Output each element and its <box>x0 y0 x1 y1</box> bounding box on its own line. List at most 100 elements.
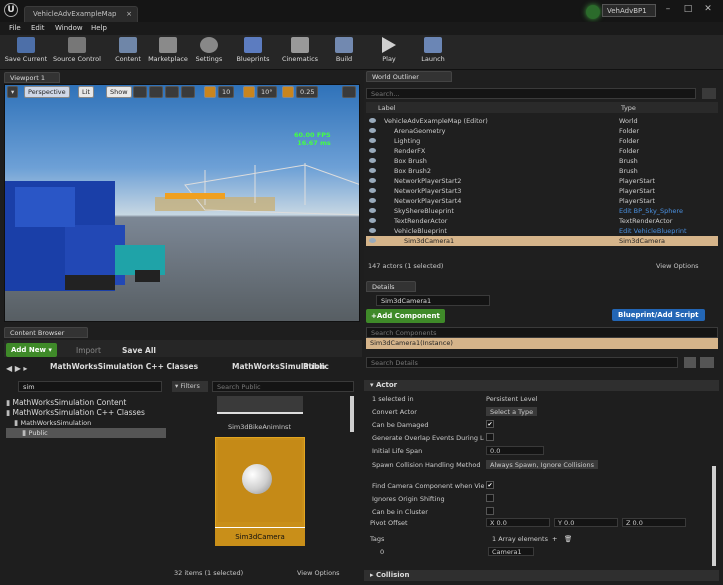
visibility-eye-icon[interactable] <box>369 118 376 123</box>
visibility-eye-icon[interactable] <box>369 148 376 153</box>
visibility-icon[interactable] <box>700 357 714 368</box>
rotation-snap-icon[interactable] <box>243 86 255 98</box>
outliner-row[interactable]: VehicleAdvExampleMap (Editor) World <box>366 116 718 126</box>
viewport-tab[interactable]: Viewport 1 <box>4 72 60 83</box>
path-segment-3[interactable]: Public <box>303 362 329 376</box>
pivot-z-input[interactable]: Z 0.0 <box>622 518 686 527</box>
folder-search-input[interactable]: sim <box>18 381 162 392</box>
column-label[interactable]: Label <box>378 104 396 112</box>
content-button[interactable]: Content <box>113 37 143 69</box>
document-tab[interactable]: VehicleAdvExampleMap × <box>24 6 138 22</box>
component-instance-row[interactable]: Sim3dCamera1(Instance) <box>366 338 718 349</box>
close-window-icon[interactable]: ✕ <box>700 4 716 16</box>
visibility-eye-icon[interactable] <box>369 228 376 233</box>
source-control-button[interactable]: Source Control <box>52 37 102 69</box>
viewport-menu-button[interactable]: ▾ <box>7 86 19 98</box>
outliner-row[interactable]: SkyShereBlueprint Edit BP_Sky_Sphere <box>366 206 718 216</box>
actor-name-input[interactable]: Sim3dCamera1 <box>376 295 490 306</box>
outliner-row[interactable]: Box Brush2 Brush <box>366 166 718 176</box>
save-current-button[interactable]: Save Current <box>4 37 48 69</box>
settings-button[interactable]: Settings <box>193 37 225 69</box>
launch-button[interactable]: Launch <box>418 37 448 69</box>
lit-button[interactable]: Lit <box>78 86 94 98</box>
maximize-viewport-icon[interactable] <box>342 86 356 98</box>
outliner-row[interactable]: VehicleBlueprint Edit VehicleBlueprint <box>366 226 718 236</box>
column-type[interactable]: Type <box>621 104 636 112</box>
grid-size-value[interactable]: 10 <box>218 86 235 98</box>
world-outliner-tab[interactable]: World Outliner <box>366 71 452 82</box>
menu-file[interactable]: File <box>9 24 21 32</box>
outliner-row-type[interactable]: Edit VehicleBlueprint <box>619 226 687 236</box>
minimize-icon[interactable]: – <box>660 4 676 16</box>
close-icon[interactable]: × <box>126 10 132 18</box>
details-scrollbar[interactable] <box>712 466 716 566</box>
scale-snap-icon[interactable] <box>282 86 294 98</box>
outliner-row[interactable]: ArenaGeometry Folder <box>366 126 718 136</box>
visibility-eye-icon[interactable] <box>369 138 376 143</box>
collision-section-header[interactable]: ▸ Collision <box>364 570 719 581</box>
outliner-row[interactable]: NetworkPlayerStart2 PlayerStart <box>366 176 718 186</box>
rotation-snap-value[interactable]: 10° <box>257 86 277 98</box>
show-button[interactable]: Show <box>106 86 132 98</box>
blueprints-button[interactable]: Blueprints <box>233 37 273 69</box>
outliner-row[interactable]: NetworkPlayerStart4 PlayerStart <box>366 196 718 206</box>
outliner-search-input[interactable]: Search... <box>366 88 696 99</box>
folder-tree-item[interactable]: ▮ Public <box>6 428 166 438</box>
blueprint-add-script-button[interactable]: Blueprint/Add Script <box>612 309 705 321</box>
build-button[interactable]: Build <box>330 37 358 69</box>
scale-snap-value[interactable]: 0.25 <box>296 86 319 98</box>
delete-icon[interactable]: 🗑 <box>564 534 572 544</box>
outliner-row[interactable]: Box Brush Brush <box>366 156 718 166</box>
menu-edit[interactable]: Edit <box>31 24 45 32</box>
maximize-icon[interactable]: □ <box>680 4 696 16</box>
rotate-icon[interactable] <box>149 86 163 98</box>
visibility-eye-icon[interactable] <box>369 238 376 243</box>
visibility-eye-icon[interactable] <box>369 168 376 173</box>
outliner-row[interactable]: NetworkPlayerStart3 PlayerStart <box>366 186 718 196</box>
visibility-eye-icon[interactable] <box>369 188 376 193</box>
visibility-eye-icon[interactable] <box>369 178 376 183</box>
property-checkbox[interactable] <box>486 507 494 515</box>
folder-tree-item[interactable]: ▮ MathWorksSimulation C++ Classes <box>6 408 145 418</box>
folder-tree-item[interactable]: ▮ MathWorksSimulation Content <box>6 398 126 408</box>
pivot-x-input[interactable]: X 0.0 <box>486 518 550 527</box>
save-all-button[interactable]: Save All <box>122 346 156 355</box>
visibility-eye-icon[interactable] <box>369 128 376 133</box>
property-checkbox[interactable] <box>486 494 494 502</box>
back-forward-icons[interactable]: ◀ ▶ ▸ <box>6 364 27 373</box>
cinematics-button[interactable]: Cinematics <box>280 37 320 69</box>
scale-icon[interactable] <box>165 86 179 98</box>
visibility-eye-icon[interactable] <box>369 218 376 223</box>
property-checkbox[interactable] <box>486 433 494 441</box>
viewport-3d[interactable] <box>4 84 360 322</box>
content-browser-tab[interactable]: Content Browser <box>4 327 88 338</box>
visibility-eye-icon[interactable] <box>369 158 376 163</box>
tag-value-input[interactable]: Camera1 <box>488 547 534 556</box>
property-checkbox[interactable]: ✔ <box>486 481 494 489</box>
search-details-input[interactable]: Search Details <box>366 357 678 368</box>
import-button[interactable]: Import <box>76 346 101 355</box>
menu-window[interactable]: Window <box>55 24 83 32</box>
outliner-row[interactable]: RenderFX Folder <box>366 146 718 156</box>
menu-help[interactable]: Help <box>91 24 107 32</box>
marketplace-button[interactable]: Marketplace <box>147 37 189 69</box>
content-view-options[interactable]: View Options <box>297 569 340 577</box>
asset-scrollbar[interactable] <box>350 396 354 432</box>
outliner-row[interactable]: Sim3dCamera1 Sim3dCamera <box>366 236 718 246</box>
grid-snap-icon[interactable] <box>204 86 216 98</box>
outliner-row[interactable]: Lighting Folder <box>366 136 718 146</box>
path-segment-1[interactable]: MathWorksSimulation C++ Classes <box>50 362 198 376</box>
search-components-input[interactable]: Search Components <box>366 327 718 338</box>
property-checkbox[interactable]: ✔ <box>486 420 494 428</box>
visibility-eye-icon[interactable] <box>369 198 376 203</box>
folder-tree-item[interactable]: ▮ MathWorksSimulation <box>6 418 91 428</box>
outliner-view-options[interactable]: View Options <box>656 262 699 270</box>
asset-thumbnail[interactable] <box>217 396 303 414</box>
translate-icon[interactable] <box>133 86 147 98</box>
property-dropdown[interactable]: Select a Type <box>486 407 538 416</box>
actor-section-header[interactable]: ▾ Actor <box>364 380 719 391</box>
pivot-y-input[interactable]: Y 0.0 <box>554 518 618 527</box>
outliner-options-icon[interactable] <box>702 88 716 99</box>
add-element-icon[interactable]: + <box>552 534 557 544</box>
outliner-row-type[interactable]: Edit BP_Sky_Sphere <box>619 206 683 216</box>
